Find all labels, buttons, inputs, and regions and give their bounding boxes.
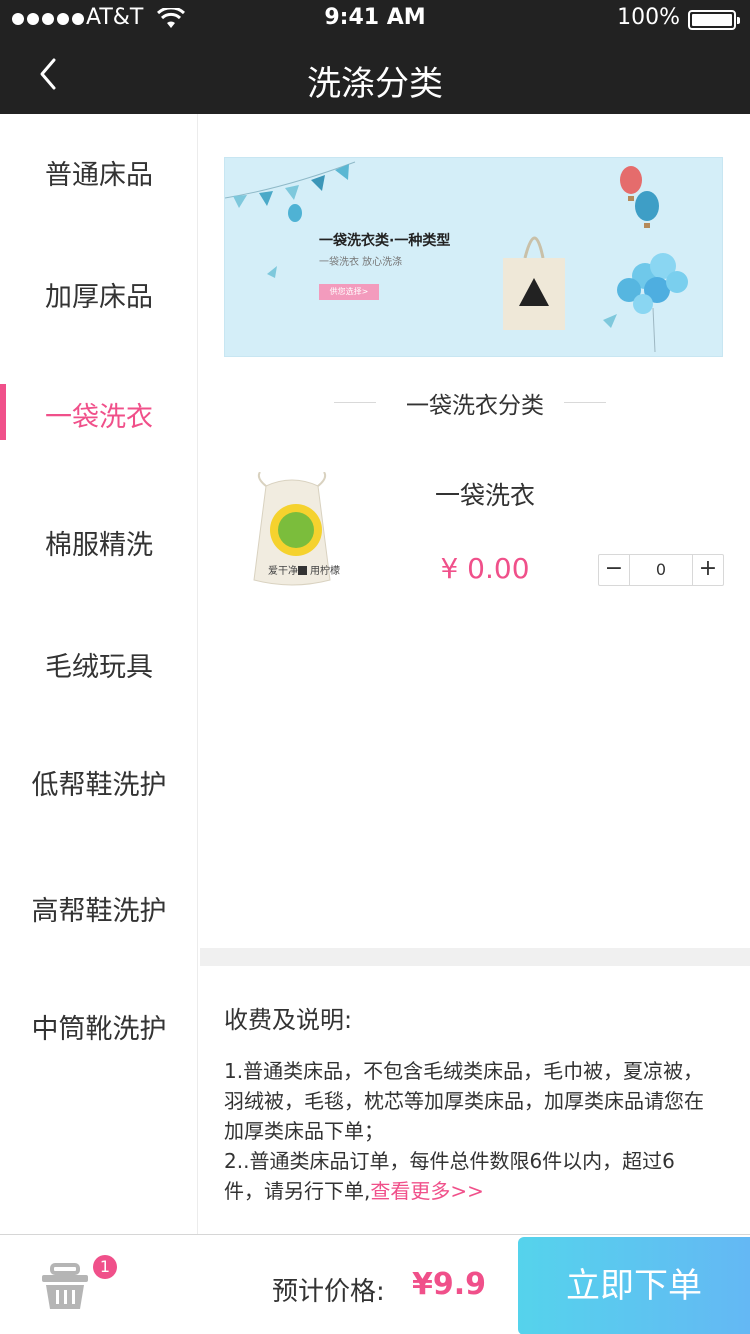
decrease-quantity-button[interactable]: − bbox=[599, 555, 629, 585]
banner-illustration bbox=[225, 161, 688, 353]
view-more-link[interactable]: 查看更多>> bbox=[370, 1179, 484, 1203]
sidebar-item-high-top-shoes[interactable]: 高帮鞋洗护 bbox=[0, 882, 198, 942]
section-separator bbox=[200, 948, 750, 966]
status-bar: AT&T 9:41 AM 100% bbox=[0, 0, 750, 40]
checkout-bar: 1 预计价格: ¥9.9 立即下单 bbox=[0, 1234, 750, 1334]
place-order-button[interactable]: 立即下单 bbox=[518, 1237, 750, 1334]
top-bar: AT&T 9:41 AM 100% 洗涤分类 bbox=[0, 0, 750, 114]
sidebar-item-plush-toys[interactable]: 毛绒玩具 bbox=[0, 638, 198, 698]
notes-body: 1.普通类床品，不包含毛绒类床品，毛巾被，夏凉被，羽绒被，毛毯，枕芯等加厚类床品… bbox=[224, 1056, 704, 1206]
promo-banner[interactable]: 一袋洗衣类·一种类型 一袋洗衣 放心洗涤 供您选择> bbox=[224, 157, 723, 357]
estimated-price-label: 预计价格: bbox=[272, 1277, 385, 1307]
product-price: ¥ 0.00 bbox=[440, 552, 530, 585]
category-sidebar: 普通床品 加厚床品 一袋洗衣 棉服精洗 毛绒玩具 低帮鞋洗护 高帮鞋洗护 中筒靴… bbox=[0, 114, 198, 1234]
increase-quantity-button[interactable]: + bbox=[693, 555, 723, 585]
sidebar-item-thick-bedding[interactable]: 加厚床品 bbox=[0, 268, 198, 328]
battery-icon bbox=[688, 10, 740, 30]
product-name: 一袋洗衣 bbox=[434, 481, 535, 510]
quantity-value[interactable]: 0 bbox=[629, 555, 693, 585]
notes-title: 收费及说明: bbox=[224, 1006, 353, 1034]
battery-percentage: 100% bbox=[617, 5, 680, 30]
bag-text-left: 爱干净 bbox=[268, 564, 298, 577]
laundry-bag-image: 爱干净 用柠檬 bbox=[253, 472, 340, 586]
sidebar-item-regular-bedding[interactable]: 普通床品 bbox=[0, 146, 198, 206]
sidebar-item-cotton-coat[interactable]: 棉服精洗 bbox=[0, 516, 198, 576]
sidebar-item-bag-wash[interactable]: 一袋洗衣 bbox=[0, 388, 198, 448]
sidebar-item-low-top-shoes[interactable]: 低帮鞋洗护 bbox=[0, 756, 198, 816]
page-title: 洗涤分类 bbox=[307, 64, 443, 104]
banner-title: 一袋洗衣类·一种类型 bbox=[319, 233, 451, 249]
basket-icon[interactable] bbox=[40, 1263, 90, 1311]
section-divider-right bbox=[564, 402, 606, 403]
estimated-price-value: ¥9.9 bbox=[412, 1267, 487, 1302]
banner-subtitle: 一袋洗衣 放心洗涤 bbox=[319, 257, 403, 268]
cart-count-badge: 1 bbox=[93, 1255, 117, 1279]
bag-text-right: 用柠檬 bbox=[310, 564, 340, 577]
banner-button[interactable]: 供您选择> bbox=[319, 284, 379, 300]
section-title: 一袋洗衣分类 bbox=[406, 393, 544, 419]
sidebar-item-mid-boots[interactable]: 中筒靴洗护 bbox=[0, 1000, 198, 1060]
quantity-stepper: − 0 + bbox=[598, 554, 724, 586]
